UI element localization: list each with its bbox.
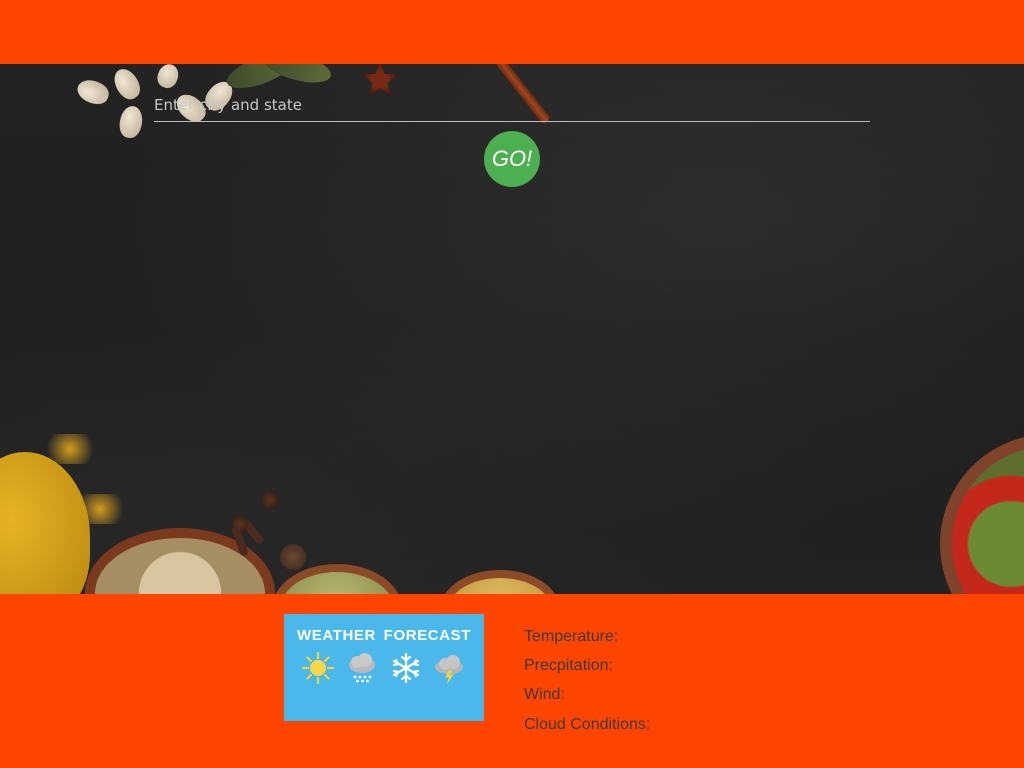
coriander-bowl-decoration [85,528,275,594]
weather-forecast-logo: WEATHER FORECAST [284,614,484,721]
seed-decoration [117,104,145,140]
spice-bowl-decoration [440,570,560,594]
seed-decoration [74,76,112,108]
go-button[interactable]: GO! [484,131,540,187]
turmeric-scoop-decoration [0,452,90,594]
peppercorn-decoration [280,544,306,570]
temperature-label: Temperature: [524,628,619,645]
precipitation-label: Precpitation: [524,657,613,674]
seed-decoration [109,64,145,104]
rain-cloud-icon [349,653,375,683]
snowflake-icon [392,652,420,684]
cloud-conditions-label: Cloud Conditions: [524,716,651,733]
city-search-input[interactable] [154,88,870,122]
chili-bowl-decoration [940,434,1024,594]
header-bar [0,0,1024,64]
clove-decoration [262,492,278,508]
sun-icon [301,651,335,685]
wind-label: Wind: [524,686,565,703]
forecast-title: WEATHER FORECAST [297,627,471,644]
seed-decoration [154,64,182,91]
storm-cloud-icon [435,655,463,684]
